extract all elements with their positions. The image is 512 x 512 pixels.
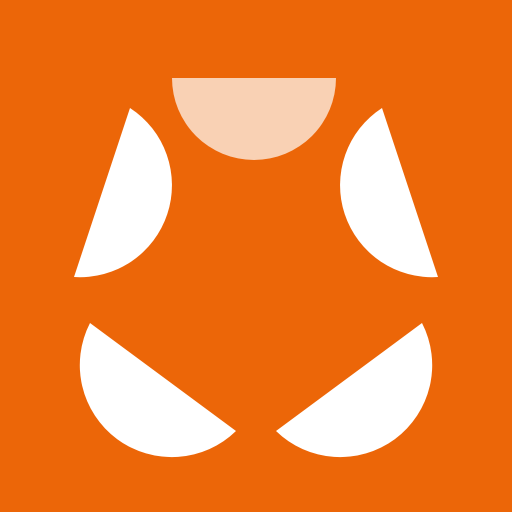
icon-background: [0, 0, 512, 512]
pentagon-segments-logo-icon: [0, 0, 512, 512]
app-icon-tile: [0, 0, 512, 512]
